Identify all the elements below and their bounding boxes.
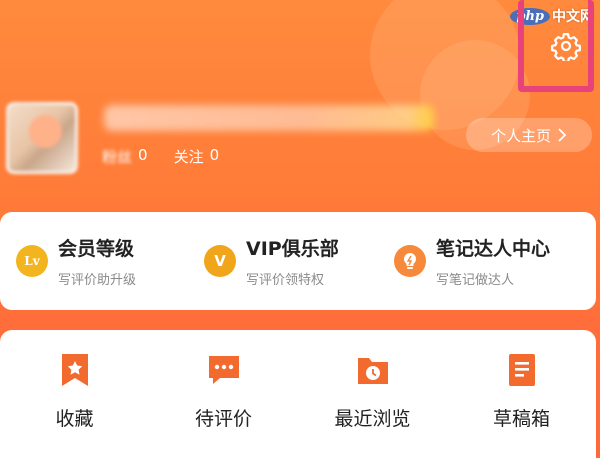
member-level-title: 会员等级: [58, 238, 135, 260]
avatar[interactable]: [6, 102, 78, 174]
member-level-subtitle: 写评价助升级: [58, 273, 137, 288]
following-stat[interactable]: 关注 0: [174, 146, 220, 167]
function-card: 收藏 待评价 最近浏览 草稿箱: [0, 330, 596, 458]
folder-clock-icon: [357, 358, 388, 384]
bookmark-star-icon: [61, 354, 88, 386]
followers-stat[interactable]: 粉丝 0: [102, 146, 148, 167]
member-level-entry[interactable]: Lv 会员等级 写评价助升级: [0, 234, 188, 288]
profile-homepage-button[interactable]: 个人主页: [466, 118, 592, 152]
chat-bubble-icon: [208, 356, 239, 384]
vip-badge-icon: V: [204, 245, 236, 277]
followers-label: 粉丝: [102, 148, 133, 166]
drafts-entry[interactable]: 草稿箱: [457, 352, 587, 458]
note-expert-subtitle: 写笔记做达人: [436, 273, 515, 288]
settings-button[interactable]: [548, 28, 584, 64]
favorites-label: 收藏: [55, 408, 94, 430]
user-stats: 粉丝 0 关注 0: [102, 146, 219, 167]
following-count: 0: [209, 146, 220, 164]
lightbulb-icon: [394, 245, 426, 277]
chevron-right-icon: [558, 128, 567, 142]
recent-browse-entry[interactable]: 最近浏览: [308, 352, 438, 458]
profile-homepage-label: 个人主页: [490, 126, 551, 145]
pending-review-entry[interactable]: 待评价: [159, 352, 289, 458]
favorites-entry[interactable]: 收藏: [10, 352, 140, 458]
draft-icon: [508, 354, 535, 386]
followers-count: 0: [138, 146, 148, 164]
level-badge-icon: Lv: [16, 245, 48, 277]
drafts-label: 草稿箱: [492, 408, 550, 430]
recent-browse-label: 最近浏览: [334, 408, 411, 430]
note-expert-title: 笔记达人中心: [436, 238, 551, 260]
member-card: Lv 会员等级 写评价助升级 V VIP俱乐部 写评价领特权 笔记达人中心 写笔…: [0, 212, 596, 310]
note-expert-entry[interactable]: 笔记达人中心 写笔记做达人: [378, 234, 588, 288]
vip-club-entry[interactable]: V VIP俱乐部 写评价领特权: [188, 234, 378, 288]
vip-club-title: VIP俱乐部: [246, 238, 339, 260]
pending-review-label: 待评价: [194, 408, 252, 430]
gear-icon: [551, 33, 581, 61]
following-label: 关注: [173, 148, 204, 166]
username: [104, 105, 434, 131]
vip-club-subtitle: 写评价领特权: [246, 273, 325, 288]
